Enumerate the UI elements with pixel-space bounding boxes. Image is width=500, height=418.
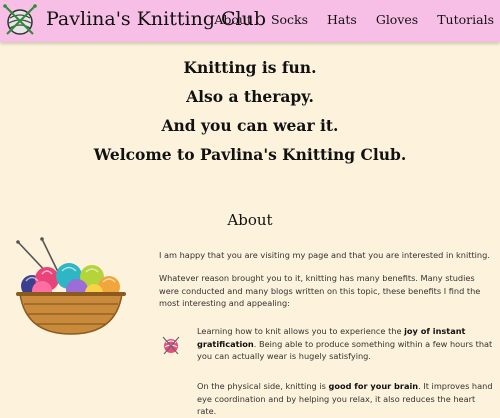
benefit-2-bold: good for your brain (328, 381, 419, 391)
hero-welcome: Knitting is fun. Also a therapy. And you… (0, 53, 500, 169)
knitting-logo-icon[interactable] (3, 3, 37, 37)
hero-line-3: And you can wear it. (161, 116, 339, 135)
nav-link-socks[interactable]: Socks (271, 12, 308, 27)
nav-link-hats[interactable]: Hats (327, 12, 357, 27)
about-intro-text: I am happy that you are visiting my page… (159, 250, 490, 260)
benefit-1-pre: Learning how to knit allows you to exper… (197, 326, 405, 336)
top-navigation-bar: Pavlina's Knitting Club About Socks Hats… (0, 0, 500, 42)
hero-line-2: Also a therapy. (186, 87, 314, 106)
benefit-item-1: Learning how to knit allows you to exper… (197, 325, 497, 363)
yarn-basket-image (16, 237, 126, 335)
benefit-item-2: On the physical side, knitting is good f… (197, 380, 497, 418)
hero-line-1: Knitting is fun. (183, 58, 317, 77)
nav-link-tutorials[interactable]: Tutorials (437, 12, 494, 27)
nav-link-gloves[interactable]: Gloves (376, 12, 418, 27)
about-paragraph: Whatever reason brought you to it, knitt… (159, 273, 481, 308)
nav-link-about[interactable]: About (214, 12, 252, 27)
hero-line-4: Welcome to Pavlina's Knitting Club. (93, 145, 407, 164)
main-menu: About Socks Hats Gloves Tutorials (195, 12, 494, 27)
yarn-ball-icon (162, 336, 180, 355)
benefit-2-pre: On the physical side, knitting is (197, 381, 329, 391)
about-heading: About (227, 211, 273, 229)
